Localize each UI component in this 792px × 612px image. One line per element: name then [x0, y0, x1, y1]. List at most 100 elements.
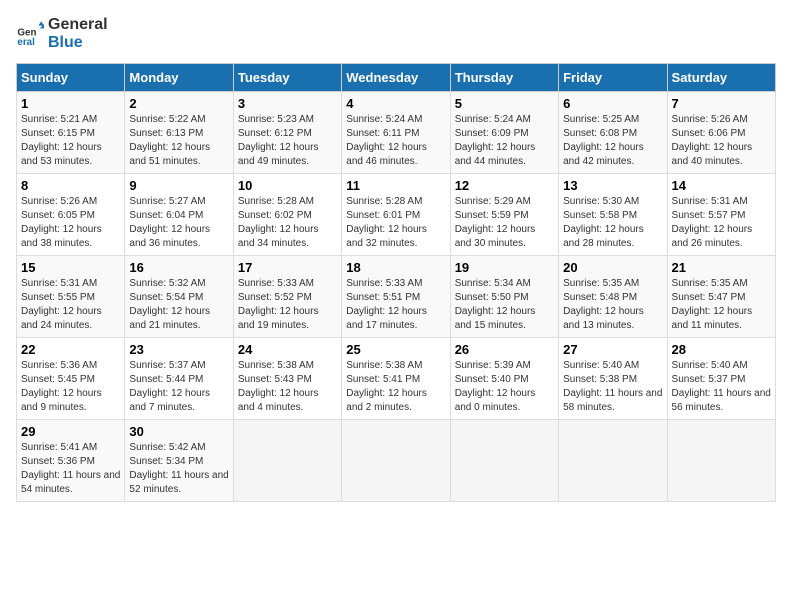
day-number: 25	[346, 342, 445, 357]
calendar-cell	[233, 420, 341, 502]
calendar-cell: 12 Sunrise: 5:29 AMSunset: 5:59 PMDaylig…	[450, 174, 558, 256]
day-number: 13	[563, 178, 662, 193]
day-number: 4	[346, 96, 445, 111]
calendar-cell: 18 Sunrise: 5:33 AMSunset: 5:51 PMDaylig…	[342, 256, 450, 338]
day-info: Sunrise: 5:30 AMSunset: 5:58 PMDaylight:…	[563, 195, 662, 251]
calendar-row: 1 Sunrise: 5:21 AMSunset: 6:15 PMDayligh…	[17, 92, 776, 174]
day-number: 17	[238, 260, 337, 275]
day-info: Sunrise: 5:36 AMSunset: 5:45 PMDaylight:…	[21, 359, 120, 415]
day-info: Sunrise: 5:29 AMSunset: 5:59 PMDaylight:…	[455, 195, 554, 251]
day-info: Sunrise: 5:38 AMSunset: 5:41 PMDaylight:…	[346, 359, 445, 415]
col-sunday: Sunday	[17, 64, 125, 92]
svg-text:eral: eral	[17, 37, 35, 48]
calendar-body: 1 Sunrise: 5:21 AMSunset: 6:15 PMDayligh…	[17, 92, 776, 502]
day-info: Sunrise: 5:31 AMSunset: 5:57 PMDaylight:…	[672, 195, 771, 251]
calendar-cell: 11 Sunrise: 5:28 AMSunset: 6:01 PMDaylig…	[342, 174, 450, 256]
day-info: Sunrise: 5:33 AMSunset: 5:51 PMDaylight:…	[346, 277, 445, 333]
page-header: Gen eral General Blue	[16, 16, 776, 51]
day-number: 26	[455, 342, 554, 357]
col-saturday: Saturday	[667, 64, 775, 92]
calendar-cell: 13 Sunrise: 5:30 AMSunset: 5:58 PMDaylig…	[559, 174, 667, 256]
day-number: 15	[21, 260, 120, 275]
day-number: 27	[563, 342, 662, 357]
calendar-header: Sunday Monday Tuesday Wednesday Thursday…	[17, 64, 776, 92]
col-tuesday: Tuesday	[233, 64, 341, 92]
calendar-cell: 5 Sunrise: 5:24 AMSunset: 6:09 PMDayligh…	[450, 92, 558, 174]
calendar-row: 15 Sunrise: 5:31 AMSunset: 5:55 PMDaylig…	[17, 256, 776, 338]
day-info: Sunrise: 5:40 AMSunset: 5:38 PMDaylight:…	[563, 359, 662, 415]
calendar-cell: 9 Sunrise: 5:27 AMSunset: 6:04 PMDayligh…	[125, 174, 233, 256]
calendar-cell: 26 Sunrise: 5:39 AMSunset: 5:40 PMDaylig…	[450, 338, 558, 420]
day-info: Sunrise: 5:38 AMSunset: 5:43 PMDaylight:…	[238, 359, 337, 415]
day-number: 24	[238, 342, 337, 357]
calendar-cell: 10 Sunrise: 5:28 AMSunset: 6:02 PMDaylig…	[233, 174, 341, 256]
col-monday: Monday	[125, 64, 233, 92]
day-number: 2	[129, 96, 228, 111]
day-info: Sunrise: 5:28 AMSunset: 6:01 PMDaylight:…	[346, 195, 445, 251]
day-number: 12	[455, 178, 554, 193]
calendar-row: 29 Sunrise: 5:41 AMSunset: 5:36 PMDaylig…	[17, 420, 776, 502]
day-number: 22	[21, 342, 120, 357]
day-number: 29	[21, 424, 120, 439]
day-number: 20	[563, 260, 662, 275]
day-number: 7	[672, 96, 771, 111]
calendar-row: 8 Sunrise: 5:26 AMSunset: 6:05 PMDayligh…	[17, 174, 776, 256]
calendar-cell: 23 Sunrise: 5:37 AMSunset: 5:44 PMDaylig…	[125, 338, 233, 420]
calendar-cell: 8 Sunrise: 5:26 AMSunset: 6:05 PMDayligh…	[17, 174, 125, 256]
day-number: 9	[129, 178, 228, 193]
day-number: 5	[455, 96, 554, 111]
calendar-cell: 27 Sunrise: 5:40 AMSunset: 5:38 PMDaylig…	[559, 338, 667, 420]
calendar-cell	[559, 420, 667, 502]
calendar-cell: 28 Sunrise: 5:40 AMSunset: 5:37 PMDaylig…	[667, 338, 775, 420]
day-number: 18	[346, 260, 445, 275]
day-info: Sunrise: 5:40 AMSunset: 5:37 PMDaylight:…	[672, 359, 771, 415]
logo-icon: Gen eral	[16, 20, 44, 48]
calendar-cell: 21 Sunrise: 5:35 AMSunset: 5:47 PMDaylig…	[667, 256, 775, 338]
calendar-cell: 6 Sunrise: 5:25 AMSunset: 6:08 PMDayligh…	[559, 92, 667, 174]
day-info: Sunrise: 5:35 AMSunset: 5:47 PMDaylight:…	[672, 277, 771, 333]
calendar-cell	[342, 420, 450, 502]
day-number: 6	[563, 96, 662, 111]
day-number: 10	[238, 178, 337, 193]
calendar-cell: 14 Sunrise: 5:31 AMSunset: 5:57 PMDaylig…	[667, 174, 775, 256]
calendar-cell: 16 Sunrise: 5:32 AMSunset: 5:54 PMDaylig…	[125, 256, 233, 338]
day-info: Sunrise: 5:24 AMSunset: 6:09 PMDaylight:…	[455, 113, 554, 169]
col-friday: Friday	[559, 64, 667, 92]
day-info: Sunrise: 5:41 AMSunset: 5:36 PMDaylight:…	[21, 441, 120, 497]
day-info: Sunrise: 5:32 AMSunset: 5:54 PMDaylight:…	[129, 277, 228, 333]
day-info: Sunrise: 5:21 AMSunset: 6:15 PMDaylight:…	[21, 113, 120, 169]
calendar-cell: 15 Sunrise: 5:31 AMSunset: 5:55 PMDaylig…	[17, 256, 125, 338]
calendar-cell: 7 Sunrise: 5:26 AMSunset: 6:06 PMDayligh…	[667, 92, 775, 174]
day-info: Sunrise: 5:31 AMSunset: 5:55 PMDaylight:…	[21, 277, 120, 333]
calendar-table: Sunday Monday Tuesday Wednesday Thursday…	[16, 63, 776, 502]
day-number: 30	[129, 424, 228, 439]
calendar-cell: 30 Sunrise: 5:42 AMSunset: 5:34 PMDaylig…	[125, 420, 233, 502]
calendar-cell: 24 Sunrise: 5:38 AMSunset: 5:43 PMDaylig…	[233, 338, 341, 420]
day-number: 11	[346, 178, 445, 193]
day-number: 16	[129, 260, 228, 275]
calendar-cell: 4 Sunrise: 5:24 AMSunset: 6:11 PMDayligh…	[342, 92, 450, 174]
calendar-cell: 25 Sunrise: 5:38 AMSunset: 5:41 PMDaylig…	[342, 338, 450, 420]
col-thursday: Thursday	[450, 64, 558, 92]
calendar-cell	[450, 420, 558, 502]
day-number: 8	[21, 178, 120, 193]
calendar-cell: 17 Sunrise: 5:33 AMSunset: 5:52 PMDaylig…	[233, 256, 341, 338]
day-info: Sunrise: 5:34 AMSunset: 5:50 PMDaylight:…	[455, 277, 554, 333]
calendar-row: 22 Sunrise: 5:36 AMSunset: 5:45 PMDaylig…	[17, 338, 776, 420]
day-info: Sunrise: 5:37 AMSunset: 5:44 PMDaylight:…	[129, 359, 228, 415]
day-info: Sunrise: 5:24 AMSunset: 6:11 PMDaylight:…	[346, 113, 445, 169]
header-row: Sunday Monday Tuesday Wednesday Thursday…	[17, 64, 776, 92]
day-info: Sunrise: 5:23 AMSunset: 6:12 PMDaylight:…	[238, 113, 337, 169]
day-number: 3	[238, 96, 337, 111]
calendar-cell: 1 Sunrise: 5:21 AMSunset: 6:15 PMDayligh…	[17, 92, 125, 174]
day-info: Sunrise: 5:26 AMSunset: 6:05 PMDaylight:…	[21, 195, 120, 251]
day-info: Sunrise: 5:22 AMSunset: 6:13 PMDaylight:…	[129, 113, 228, 169]
calendar-cell	[667, 420, 775, 502]
day-info: Sunrise: 5:33 AMSunset: 5:52 PMDaylight:…	[238, 277, 337, 333]
calendar-cell: 29 Sunrise: 5:41 AMSunset: 5:36 PMDaylig…	[17, 420, 125, 502]
day-number: 23	[129, 342, 228, 357]
col-wednesday: Wednesday	[342, 64, 450, 92]
day-info: Sunrise: 5:26 AMSunset: 6:06 PMDaylight:…	[672, 113, 771, 169]
calendar-cell: 19 Sunrise: 5:34 AMSunset: 5:50 PMDaylig…	[450, 256, 558, 338]
day-number: 21	[672, 260, 771, 275]
